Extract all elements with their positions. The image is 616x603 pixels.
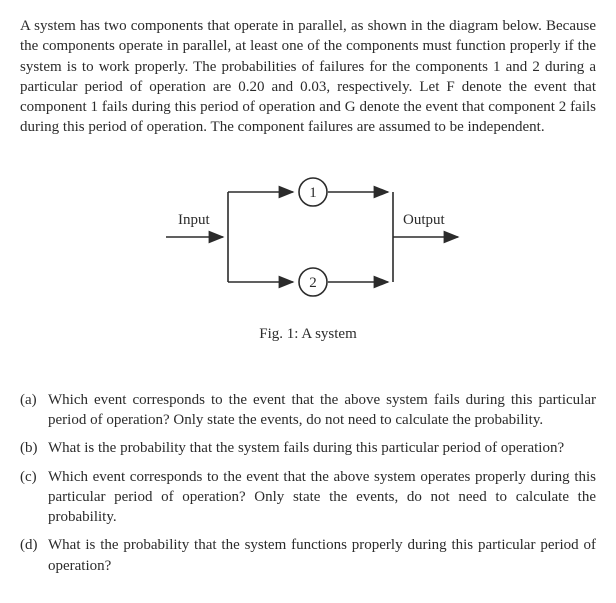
question-text: Which event corresponds to the event tha… — [48, 390, 596, 431]
question-c: (c) Which event corresponds to the event… — [20, 467, 596, 528]
question-a: (a) Which event corresponds to the event… — [20, 390, 596, 431]
system-diagram: Input 1 2 Output — [148, 162, 468, 312]
question-text: What is the probability that the system … — [48, 535, 596, 576]
input-label: Input — [178, 212, 210, 228]
node-1-label: 1 — [309, 185, 317, 201]
question-text: Which event corresponds to the event tha… — [48, 467, 596, 528]
figure-caption: Fig. 1: A system — [20, 324, 596, 344]
question-b: (b) What is the probability that the sys… — [20, 438, 596, 458]
question-label: (b) — [20, 438, 48, 458]
output-label: Output — [403, 212, 446, 228]
problem-statement: A system has two components that operate… — [20, 16, 596, 138]
question-d: (d) What is the probability that the sys… — [20, 535, 596, 576]
question-label: (a) — [20, 390, 48, 431]
question-label: (d) — [20, 535, 48, 576]
question-text: What is the probability that the system … — [48, 438, 596, 458]
question-list: (a) Which event corresponds to the event… — [20, 390, 596, 576]
system-figure: Input 1 2 Output Fig. 1: A system — [20, 162, 596, 344]
question-label: (c) — [20, 467, 48, 528]
node-2-label: 2 — [309, 275, 317, 291]
